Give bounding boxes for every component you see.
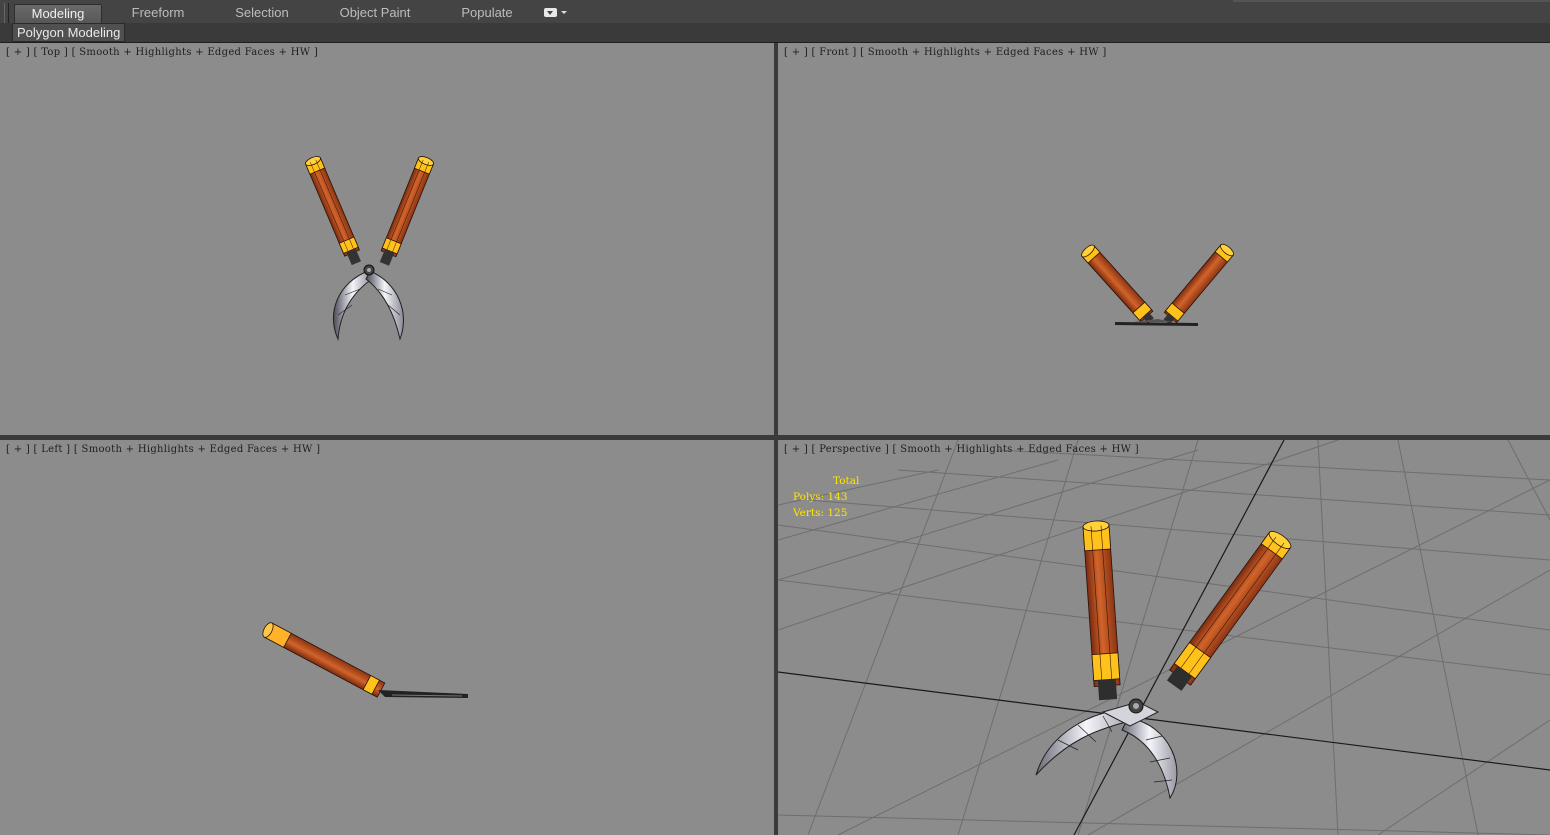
viewport-perspective[interactable]: [ + ] [ Perspective ] [ Smooth + Highlig… [778,440,1550,835]
ribbon-panel-bar: Polygon Modeling [0,23,1550,43]
viewport-statistics: Total Polys: 143 Verts: 125 [793,473,859,521]
dropdown-arrow-icon [561,11,567,14]
stats-header: Total [833,475,860,487]
tab-freeform[interactable]: Freeform [120,4,196,22]
viewport-label-perspective: [ + ] [ Perspective ] [ Smooth + Highlig… [784,444,1139,455]
stats-verts-row: Verts: 125 [793,505,859,521]
ribbon-tabs: Modeling Freeform Selection Object Paint… [0,0,1550,37]
chevron-down-icon [544,8,557,17]
ribbon-options-button[interactable] [541,6,567,20]
viewport-left[interactable]: [ + ] [ Left ] [ Smooth + Highlights + E… [0,440,774,835]
stats-polys-row: Polys: 143 [793,489,859,505]
stats-polys-label: Polys: [793,491,825,503]
ribbon-divider [1233,0,1550,2]
stats-verts-value: 125 [827,507,848,519]
viewport-menu-plus[interactable]: + [792,444,801,455]
polygon-modeling-panel-button[interactable]: Polygon Modeling [12,23,126,42]
viewport-splitter-horizontal[interactable] [0,435,1550,440]
tab-modeling[interactable]: Modeling [14,4,102,23]
stats-polys-value: 143 [827,491,848,503]
viewport-point-of-view-menu[interactable]: Perspective [819,444,881,455]
tab-populate[interactable]: Populate [450,4,524,22]
tab-object-paint[interactable]: Object Paint [328,4,422,22]
viewport-shading-menu[interactable]: Smooth + Highlights + Edged Faces + HW [900,444,1131,455]
viewport-front[interactable]: [ + ] [ Front ] [ Smooth + Highlights + … [778,43,1550,435]
viewport-top[interactable]: [ + ] [ Top ] [ Smooth + Highlights + Ed… [0,43,774,435]
tab-selection[interactable]: Selection [222,4,302,22]
stats-verts-label: Verts: [793,507,824,519]
